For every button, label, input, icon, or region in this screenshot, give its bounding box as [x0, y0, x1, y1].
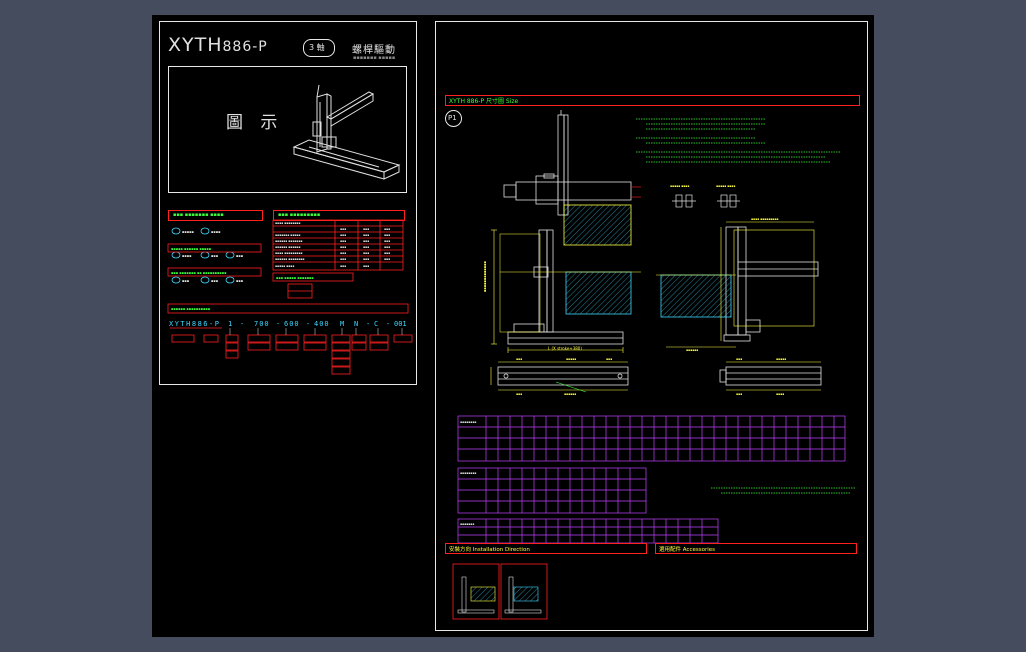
left-spec-graphics: ▪▪▪▪▪ ▪▪▪▪ ▪▪▪▪ ▪▪▪ ▪▪▪ ▪▪▪ ▪▪▪ ▪▪▪ ▪▪▪▪▪ ▪▪▪…: [167, 219, 413, 375]
svg-text:▪▪▪▪▪▪▪▪: ▪▪▪▪▪▪▪▪: [460, 471, 476, 475]
svg-text:▪▪▪▪: ▪▪▪▪: [211, 230, 221, 234]
svg-text:700: 700: [254, 320, 270, 328]
svg-text:▪▪▪▪▪▪ ▪▪▪▪▪▪▪▪: ▪▪▪▪▪▪ ▪▪▪▪▪▪▪▪: [275, 257, 304, 261]
svg-text:1: 1: [228, 320, 232, 328]
dim-bottom-total: L (X stroke+380): [548, 346, 582, 351]
svg-text:M: M: [340, 320, 344, 328]
svg-text:▪▪▪▪ ▪▪▪▪▪▪▪▪▪: ▪▪▪▪ ▪▪▪▪▪▪▪▪▪: [275, 251, 302, 255]
drawing-sheet: XYTH886-P 3 軸 螺桿驅動 ▪▪▪▪▪▪▪ ▪▪▪▪▪ 圖 示 ▪▪▪…: [152, 15, 874, 637]
svg-text:▪▪▪: ▪▪▪: [384, 251, 390, 255]
svg-text:▪▪▪: ▪▪▪: [384, 257, 390, 261]
svg-text:▪▪▪▪: ▪▪▪▪: [776, 392, 784, 396]
svg-text:▪▪▪: ▪▪▪: [340, 257, 346, 261]
svg-text:▪▪▪▪ ▪▪▪▪▪▪▪▪▪: ▪▪▪▪ ▪▪▪▪▪▪▪▪▪: [751, 217, 778, 221]
svg-text:▪▪▪: ▪▪▪: [340, 233, 346, 237]
svg-text:▪▪▪: ▪▪▪: [363, 245, 369, 249]
svg-text:▪▪▪▪▪▪: ▪▪▪▪▪▪: [686, 348, 698, 352]
svg-text:▪▪▪: ▪▪▪: [363, 233, 369, 237]
svg-text:▪▪▪: ▪▪▪: [340, 245, 346, 249]
svg-text:▪▪▪▪▪▪: ▪▪▪▪▪▪: [564, 392, 576, 396]
svg-text:C: C: [374, 320, 378, 328]
svg-text:▪▪▪▪▪▪ ▪▪▪▪▪▪: ▪▪▪▪▪▪ ▪▪▪▪▪▪: [275, 245, 300, 249]
svg-text:001: 001: [394, 320, 407, 328]
left-panel: XYTH886-P 3 軸 螺桿驅動 ▪▪▪▪▪▪▪ ▪▪▪▪▪ 圖 示 ▪▪▪…: [159, 21, 417, 385]
svg-text:▪▪▪: ▪▪▪: [236, 279, 244, 283]
svg-text:600: 600: [284, 320, 300, 328]
svg-text:▪▪▪: ▪▪▪: [384, 227, 390, 231]
svg-text:-: -: [366, 320, 370, 328]
svg-text:▪▪▪: ▪▪▪: [363, 257, 369, 261]
svg-text:▪▪▪: ▪▪▪: [363, 264, 369, 268]
svg-text:▪▪▪: ▪▪▪: [340, 264, 346, 268]
svg-text:▪▪▪: ▪▪▪: [736, 357, 742, 361]
svg-text:▪▪▪▪▪: ▪▪▪▪▪: [566, 357, 576, 361]
accessories-label: 選用配件 Accessories: [659, 547, 715, 553]
svg-text:▪▪▪▪▪ ▪▪▪▪: ▪▪▪▪▪ ▪▪▪▪: [670, 184, 689, 188]
svg-text:▪▪▪: ▪▪▪: [211, 279, 219, 283]
svg-text:-: -: [276, 320, 280, 328]
svg-text:▪▪▪▪▪▪▪: ▪▪▪▪▪▪▪: [460, 522, 474, 526]
svg-text:▪▪▪ ▪▪▪▪▪▪▪ ▪▪ ▪▪▪▪▪▪▪▪▪▪: ▪▪▪ ▪▪▪▪▪▪▪ ▪▪ ▪▪▪▪▪▪▪▪▪▪: [171, 271, 227, 275]
dimension-drawings: ▪▪▪▪▪ ▪▪▪▪ ▪▪▪▪▪ ▪▪▪▪ ▪▪▪▪▪▪▪▪▪▪▪▪▪ ▪▪▪ …: [452, 110, 856, 620]
svg-text:▪▪▪: ▪▪▪: [384, 233, 390, 237]
svg-text:▪▪▪▪▪▪▪▪▪▪▪▪▪: ▪▪▪▪▪▪▪▪▪▪▪▪▪: [483, 261, 487, 292]
svg-text:▪▪▪: ▪▪▪: [516, 357, 522, 361]
right-panel: XYTH 886-P 尺寸圖 Size P1 ▪▪▪▪▪ ▪▪▪▪ ▪▪▪▪▪ …: [435, 21, 868, 631]
svg-text:-: -: [386, 320, 390, 328]
svg-text:▪▪▪▪▪ ▪▪▪▪: ▪▪▪▪▪ ▪▪▪▪: [275, 264, 294, 268]
svg-text:▪▪▪: ▪▪▪: [363, 227, 369, 231]
svg-text:▪▪▪: ▪▪▪: [340, 239, 346, 243]
svg-text:▪▪▪▪▪▪▪ ▪▪▪▪▪: ▪▪▪▪▪▪▪ ▪▪▪▪▪: [275, 233, 300, 237]
install-direction-label: 安裝方向 Installation Direction: [449, 547, 530, 553]
svg-text:▪▪▪▪▪ ▪▪▪▪▪▪ ▪▪▪▪▪: ▪▪▪▪▪ ▪▪▪▪▪▪ ▪▪▪▪▪: [171, 247, 212, 251]
svg-text:▪▪▪: ▪▪▪: [211, 254, 219, 258]
svg-text:-: -: [306, 320, 310, 328]
svg-text:-: -: [240, 320, 244, 328]
svg-text:▪▪▪▪▪▪▪▪: ▪▪▪▪▪▪▪▪: [460, 420, 476, 424]
svg-text:▪▪▪: ▪▪▪: [384, 239, 390, 243]
svg-text:▪▪▪: ▪▪▪: [236, 254, 244, 258]
svg-text:▪▪▪▪▪▪ ▪▪▪▪▪▪▪▪▪▪: ▪▪▪▪▪▪ ▪▪▪▪▪▪▪▪▪▪: [171, 307, 211, 311]
svg-text:▪▪▪: ▪▪▪: [384, 245, 390, 249]
svg-text:▪▪▪: ▪▪▪: [516, 392, 522, 396]
svg-text:▪▪▪▪ ▪▪▪▪▪▪▪▪: ▪▪▪▪ ▪▪▪▪▪▪▪▪: [275, 221, 300, 225]
svg-text:▪▪▪: ▪▪▪: [340, 251, 346, 255]
svg-text:400: 400: [314, 320, 330, 328]
svg-text:▪▪▪: ▪▪▪: [340, 227, 346, 231]
install-direction-bar: 安裝方向 Installation Direction: [445, 543, 647, 554]
svg-text:XYTH886-P: XYTH886-P: [169, 320, 220, 328]
accessories-bar: 選用配件 Accessories: [655, 543, 857, 554]
svg-text:▪▪▪: ▪▪▪: [606, 357, 612, 361]
svg-text:▪▪▪▪: ▪▪▪▪: [182, 254, 192, 258]
svg-text:▪▪▪ ▪▪▪▪▪ ▪▪▪▪▪▪▪: ▪▪▪ ▪▪▪▪▪ ▪▪▪▪▪▪▪: [276, 276, 314, 280]
svg-text:▪▪▪: ▪▪▪: [363, 239, 369, 243]
svg-text:▪▪▪▪▪ ▪▪▪▪: ▪▪▪▪▪ ▪▪▪▪: [716, 184, 735, 188]
svg-text:▪▪▪▪▪: ▪▪▪▪▪: [182, 230, 194, 234]
svg-text:▪▪▪▪▪: ▪▪▪▪▪: [776, 357, 786, 361]
svg-text:N: N: [354, 320, 358, 328]
svg-text:▪▪▪▪▪▪ ▪▪▪▪▪▪▪: ▪▪▪▪▪▪ ▪▪▪▪▪▪▪: [275, 239, 302, 243]
svg-text:▪▪▪: ▪▪▪: [182, 279, 190, 283]
svg-text:▪▪▪: ▪▪▪: [363, 251, 369, 255]
svg-text:▪▪▪: ▪▪▪: [736, 392, 742, 396]
